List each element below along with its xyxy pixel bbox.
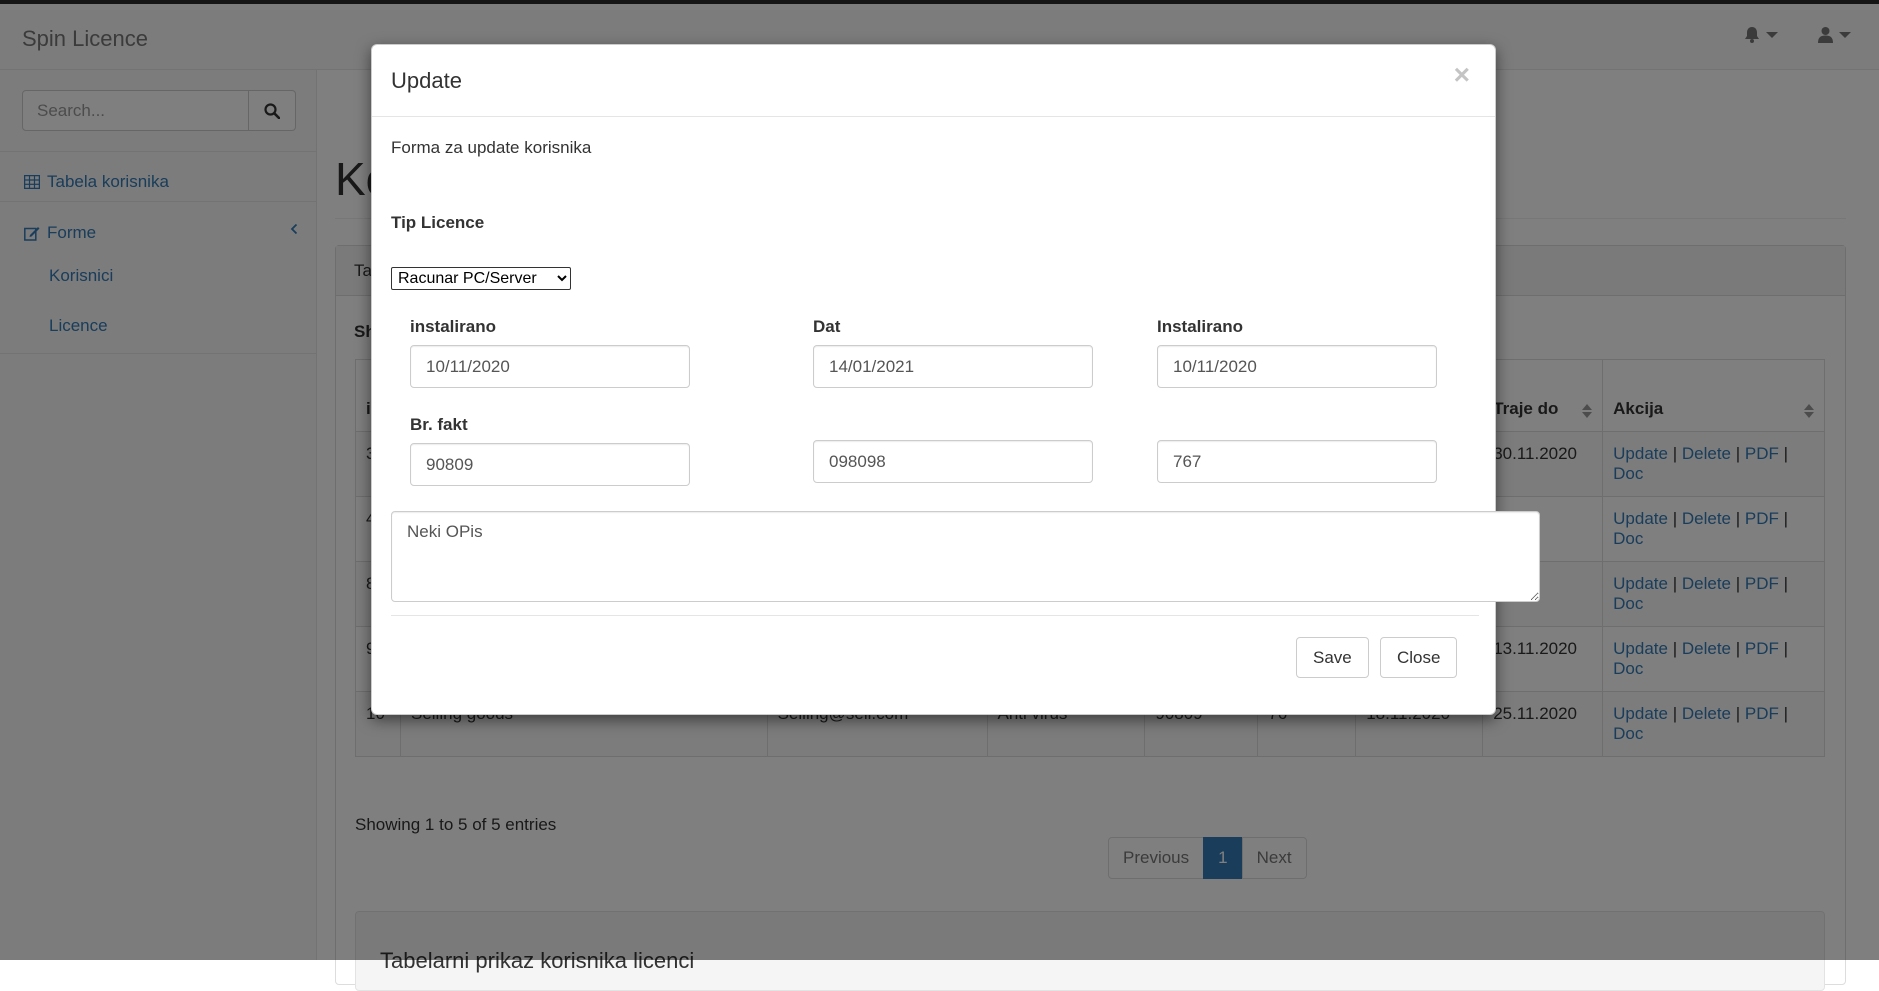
br-fakt-input[interactable] (410, 443, 690, 486)
close-button[interactable]: Close (1380, 637, 1458, 678)
modal-footer-divider (391, 615, 1479, 616)
dat-input[interactable] (813, 345, 1093, 388)
save-button[interactable]: Save (1296, 637, 1369, 678)
form-intro: Forma za update korisnika (391, 138, 592, 157)
field-f-input[interactable] (1157, 440, 1437, 483)
description-textarea[interactable]: Neki OPis (391, 511, 1540, 602)
instalirano-2-input[interactable] (1157, 345, 1437, 388)
field-label-instalirano-2: Instalirano (1157, 317, 1243, 336)
field-label-dat: Dat (813, 317, 841, 336)
update-modal: Update × Forma za update korisnika Tip L… (371, 44, 1540, 715)
field-label-instalirano: instalirano (410, 317, 496, 336)
field-e-input[interactable] (813, 440, 1093, 483)
instalirano-input[interactable] (410, 345, 690, 388)
modal-header: Update × (372, 45, 1495, 117)
close-icon[interactable]: × (1454, 61, 1470, 89)
tip-licence-label: Tip Licence (391, 213, 485, 232)
tip-licence-select[interactable]: Racunar PC/Server (391, 267, 571, 290)
field-label-br-fakt: Br. fakt (410, 415, 468, 434)
modal-title: Update (391, 68, 462, 93)
